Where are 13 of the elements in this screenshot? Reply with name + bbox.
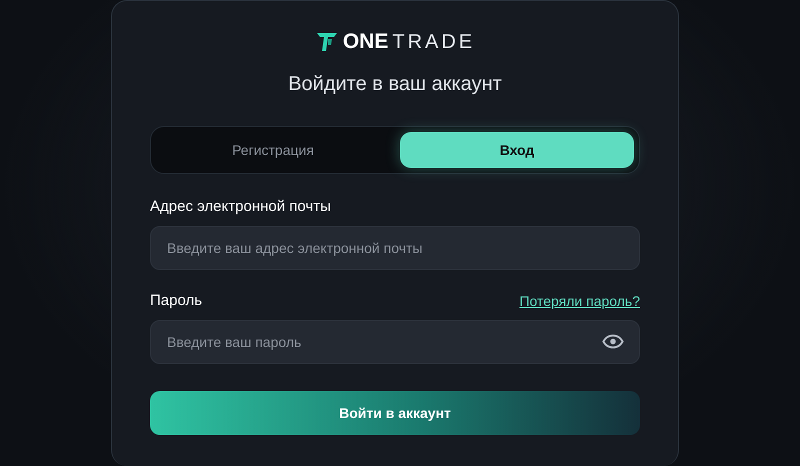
field-label: Пароль (150, 292, 202, 309)
logo-text: ONE (342, 30, 388, 54)
eye-icon[interactable] (602, 334, 624, 349)
login-button[interactable]: Войти в аккаунт (150, 391, 640, 435)
tab[interactable]: Вход (400, 132, 634, 168)
email-field[interactable]: Введите ваш адрес электронной почты (150, 226, 640, 270)
field-label: Адрес электронной почты (150, 198, 331, 215)
logo-icon (314, 30, 339, 54)
forgot-password-link[interactable]: Потеряли пароль? (519, 292, 640, 308)
tab[interactable]: Регистрация (156, 132, 390, 168)
password-field[interactable]: Введите ваш пароль (150, 320, 640, 364)
heading: Войдите в ваш аккаунт (287, 73, 503, 96)
logo-text: TRADE (392, 30, 476, 54)
